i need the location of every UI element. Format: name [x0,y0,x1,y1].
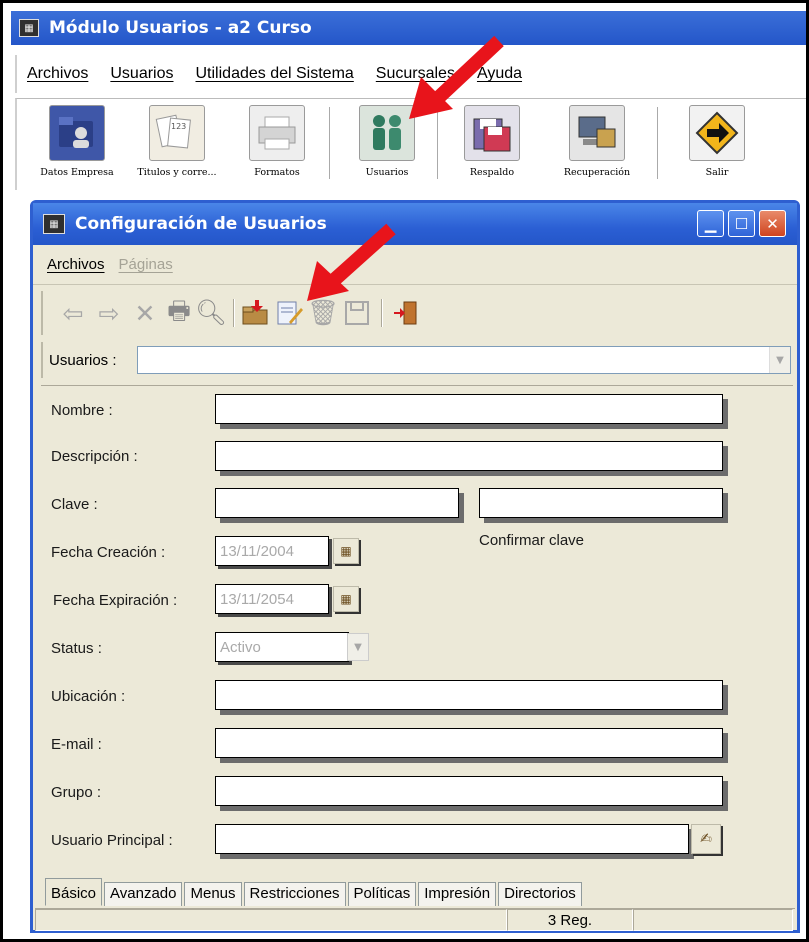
printer-icon [249,105,305,161]
status-select: Activo [215,632,349,662]
record-count: 3 Reg. [507,909,633,931]
tab-impresion[interactable]: Impresión [418,882,497,906]
edit-icon [277,301,303,325]
ubicacion-label: Ubicación : [51,688,126,705]
screenshot-frame: ▦ Módulo Usuarios - a2 Curso Archivos Us… [0,0,809,942]
exit-sign-icon [689,105,745,161]
nombre-field[interactable] [215,394,723,424]
fecha-expiracion-value: 13/11/2054 [220,590,294,608]
clave-label: Clave : [51,496,98,513]
back-arrow-icon[interactable]: ⇦ [57,297,89,329]
toolbar-separator [657,107,659,179]
main-window-title: Módulo Usuarios - a2 Curso [49,18,312,38]
menu-usuarios[interactable]: Usuarios [110,65,173,83]
email-label: E-mail : [51,736,102,753]
email-field[interactable] [215,728,723,758]
new-folder-icon [242,300,268,325]
fecha-creacion-label: Fecha Creación : [51,544,166,561]
search-icon[interactable]: 🔍︎ [195,297,227,329]
menu-utilidades[interactable]: Utilidades del Sistema [196,65,354,83]
edit-record-button[interactable] [273,297,305,329]
toolbar-separator [233,299,235,327]
grupo-label: Grupo : [51,784,102,801]
tab-menus[interactable]: Menus [184,882,242,906]
chevron-down-icon: ▼ [347,633,369,661]
minimize-button[interactable]: ▁ [697,210,724,237]
usuarios-selector-row: Usuarios : ▼ [41,342,793,378]
status-cell [633,909,793,931]
toolbar-datos-empresa-button[interactable]: Datos Empresa [27,105,127,187]
recovery-icon [569,105,625,161]
maximize-icon: ☐ [734,214,749,233]
tab-restricciones[interactable]: Restricciones [243,882,346,906]
status-label: Status : [51,640,102,657]
tab-basico[interactable]: Básico [45,878,103,906]
user-form: Nombre : Descripción : Clave : Confirmar… [41,385,793,877]
config-users-window: ▦ Configuración de Usuarios ▁ ☐ ✕ Archiv… [30,200,800,933]
status-cell [35,909,507,931]
toolbar-label: Respaldo [469,167,515,178]
forward-arrow-icon[interactable]: ⇨ [93,297,125,329]
ubicacion-field[interactable] [215,680,723,710]
config-toolbar: ⇦ ⇨ ✕ 🖶 🔍︎ 🗑 [41,291,791,335]
new-record-button[interactable] [239,297,271,329]
close-icon: ✕ [766,214,779,233]
clave-field[interactable] [215,488,459,518]
fecha-expiracion-field: 13/11/2054 [215,584,329,614]
company-data-icon [49,105,105,161]
menu-archivos[interactable]: Archivos [47,256,105,273]
tab-avanzado[interactable]: Avanzado [104,882,183,906]
tab-politicas[interactable]: Políticas [347,882,417,906]
confirmar-clave-field[interactable] [479,488,723,518]
close-button[interactable]: ✕ [759,210,786,237]
descripcion-field[interactable] [215,441,723,471]
usuarios-label: Usuarios : [49,351,117,369]
toolbar-recuperacion-button[interactable]: Recuperación [547,105,647,187]
lookup-icon[interactable]: ✍ [691,824,721,854]
status-bar: 3 Reg. [35,908,795,932]
toolbar-label: Salir [705,167,729,178]
chevron-down-icon[interactable]: ▼ [769,347,790,373]
calendar-icon[interactable]: ▦ [333,586,359,612]
annotation-arrow-icon [307,223,396,301]
toolbar-separator [329,107,331,179]
toolbar-label: Formatos [254,167,300,178]
minimize-icon: ▁ [704,214,717,233]
descripcion-label: Descripción : [51,448,138,465]
annotation-arrow-icon [409,35,504,119]
tabs-row: Básico Avanzado Menus Restricciones Polí… [41,878,793,906]
calendar-icon[interactable]: ▦ [333,538,359,564]
confirmar-clave-label: Confirmar clave [479,532,585,549]
toolbar-label: Usuarios [365,167,409,178]
fecha-creacion-value: 13/11/2004 [220,542,294,560]
maximize-button[interactable]: ☐ [728,210,755,237]
toolbar-label: Datos Empresa [40,167,114,178]
nombre-label: Nombre : [51,402,113,419]
config-menubar: Archivos Páginas [33,245,797,285]
toolbar-label: Titulos y corre... [137,167,217,178]
fecha-expiracion-label: Fecha Expiración : [53,592,178,609]
titles-icon: 123 [149,105,205,161]
menu-archivos[interactable]: Archivos [27,65,88,83]
config-titlebar: ▦ Configuración de Usuarios ▁ ☐ ✕ [33,203,797,245]
menu-paginas: Páginas [118,256,173,273]
print-icon[interactable]: 🖶 [163,296,195,329]
tab-directorios[interactable]: Directorios [498,882,582,906]
app-icon: ▦ [43,214,65,234]
grupo-field[interactable] [215,776,723,806]
fecha-creacion-field: 13/11/2004 [215,536,329,566]
app-icon: ▦ [19,19,39,37]
cancel-x-icon[interactable]: ✕ [129,297,161,329]
toolbar-titulos-button[interactable]: 123 Titulos y corre... [127,105,227,187]
usuarios-select[interactable]: ▼ [137,346,791,374]
toolbar-salir-button[interactable]: Salir [667,105,767,187]
toolbar-label: Recuperación [563,167,631,178]
status-value: Activo [220,638,261,656]
usuario-principal-label: Usuario Principal : [51,832,173,849]
config-window-title: Configuración de Usuarios [75,214,327,234]
svg-text:123: 123 [171,122,186,131]
toolbar-formatos-button[interactable]: Formatos [227,105,327,187]
usuario-principal-field[interactable] [215,824,689,854]
